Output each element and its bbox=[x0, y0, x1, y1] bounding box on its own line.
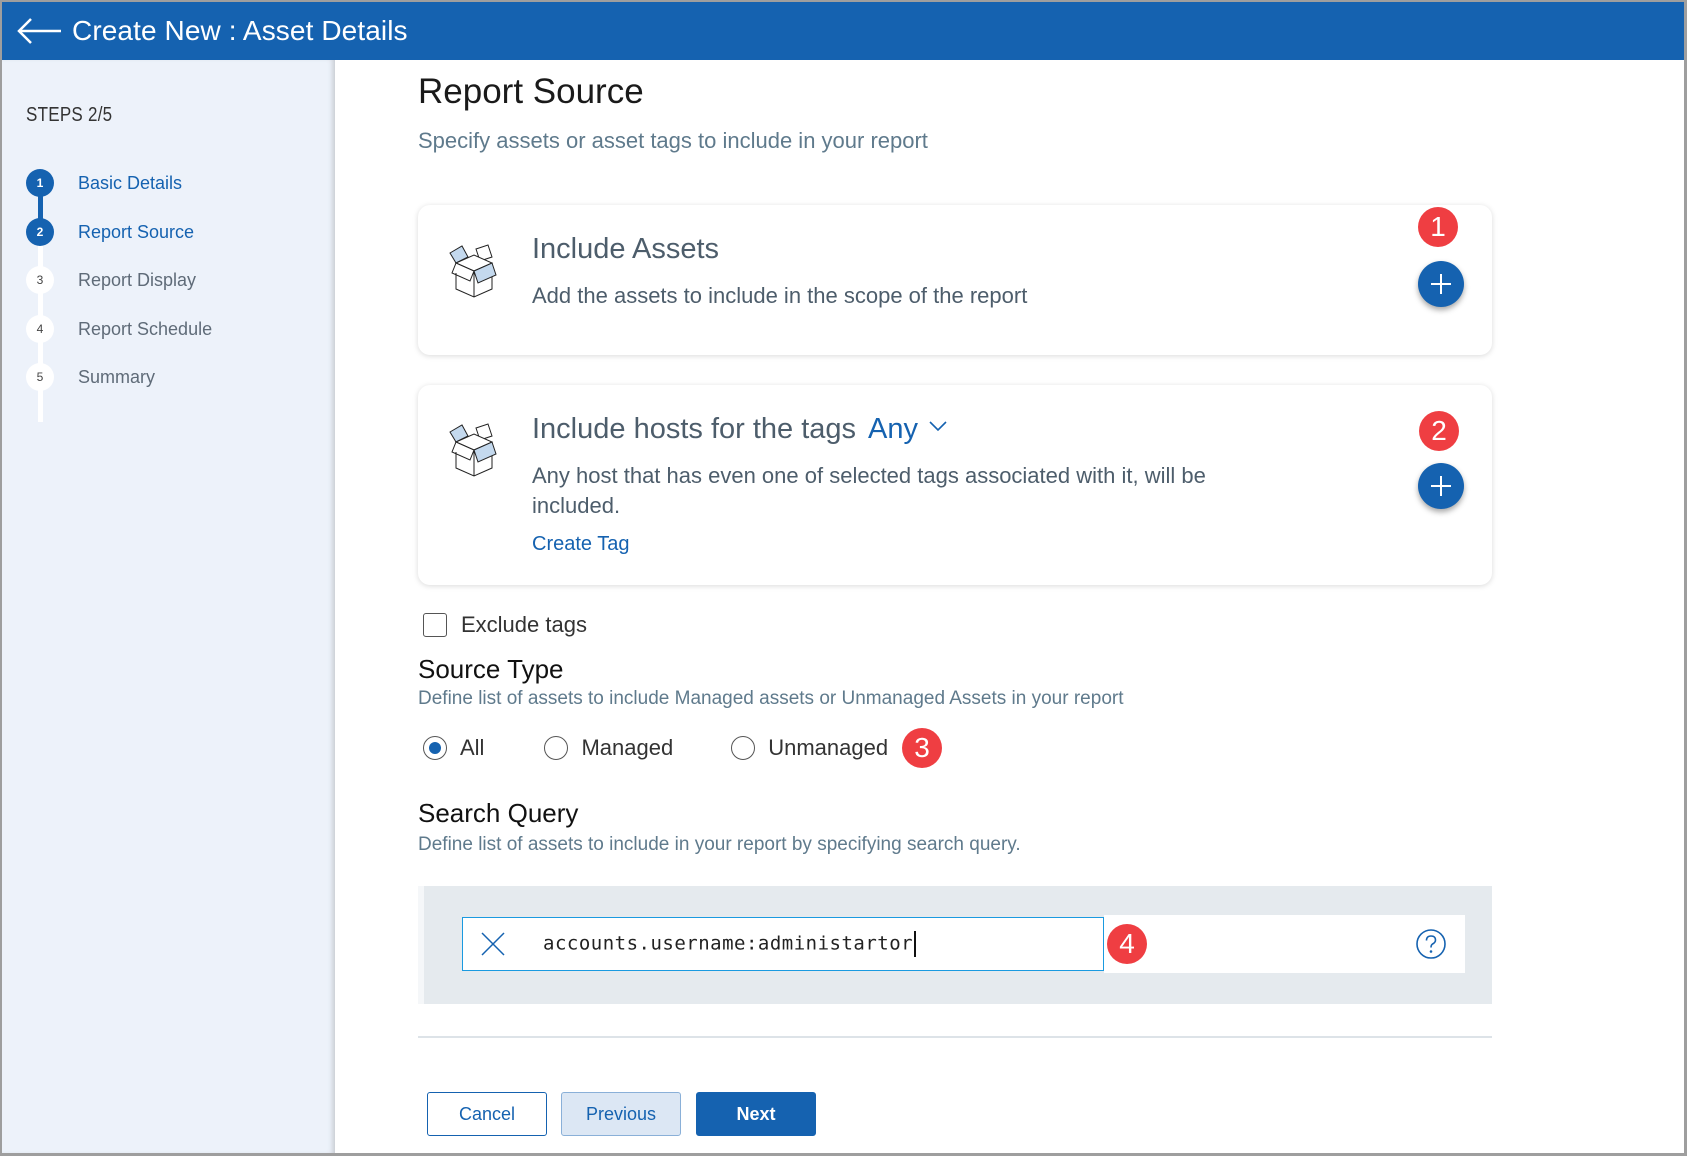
chevron-down-icon bbox=[929, 421, 947, 432]
create-tag-link[interactable]: Create Tag bbox=[532, 533, 629, 556]
include-assets-card: Include Assets Add the assets to include… bbox=[418, 205, 1492, 355]
step-number-badge: 5 bbox=[26, 363, 54, 391]
main-content: Report Source Specify assets or asset ta… bbox=[335, 60, 1684, 1153]
back-button[interactable] bbox=[10, 11, 68, 51]
radio-circle-checked bbox=[423, 736, 447, 760]
radio-all[interactable]: All bbox=[423, 735, 484, 761]
steps-sidebar: STEPS 2/5 1 Basic Details 2 Report Sourc… bbox=[2, 60, 335, 1153]
annotation-badge-4: 4 bbox=[1107, 924, 1147, 964]
app-window: Create New : Asset Details STEPS 2/5 1 B… bbox=[2, 2, 1684, 1153]
page-header-title: Create New : Asset Details bbox=[72, 15, 408, 46]
add-tags-button[interactable] bbox=[1418, 463, 1464, 509]
step-label: Summary bbox=[78, 366, 156, 387]
tag-match-dropdown[interactable]: Any bbox=[868, 413, 948, 445]
next-button[interactable]: Next bbox=[696, 1092, 816, 1136]
step-summary[interactable]: 5 Summary bbox=[26, 362, 155, 392]
include-tags-description: Any host that has even one of selected t… bbox=[532, 463, 1206, 518]
step-report-display[interactable]: 3 Report Display bbox=[26, 265, 196, 295]
search-query-container: accounts.username:administartor 4 bbox=[418, 886, 1492, 1004]
include-tags-title: Include hosts for the tags bbox=[532, 413, 857, 445]
plus-icon bbox=[1431, 476, 1451, 496]
tag-match-value: Any bbox=[868, 413, 919, 445]
radio-label: Managed bbox=[581, 735, 674, 760]
text-caret bbox=[914, 931, 916, 957]
radio-circle bbox=[544, 736, 569, 760]
step-number-badge: 2 bbox=[26, 218, 54, 246]
clear-query-button[interactable] bbox=[463, 930, 523, 958]
include-assets-title: Include Assets bbox=[532, 233, 719, 265]
search-query-title: Search Query bbox=[418, 798, 579, 828]
steps-counter: STEPS 2/5 bbox=[26, 104, 113, 126]
step-number-badge: 4 bbox=[26, 315, 54, 343]
previous-button[interactable]: Previous bbox=[561, 1092, 681, 1136]
search-query-help-area: 4 bbox=[1104, 915, 1465, 973]
step-number-badge: 3 bbox=[26, 266, 54, 294]
help-circle-icon[interactable] bbox=[1415, 928, 1447, 960]
step-number-badge: 1 bbox=[26, 169, 54, 197]
arrow-left-icon bbox=[17, 18, 61, 44]
page-title: Report Source bbox=[418, 72, 644, 111]
open-box-icon bbox=[449, 244, 497, 298]
step-label: Report Display bbox=[78, 269, 197, 290]
search-query-input[interactable]: accounts.username:administartor bbox=[462, 917, 1104, 971]
step-label: Report Schedule bbox=[78, 318, 213, 339]
search-query-value: accounts.username:administartor bbox=[543, 931, 916, 957]
source-type-radio-group: All Managed Unmanaged 3 bbox=[423, 728, 943, 768]
step-label: Report Source bbox=[78, 221, 195, 242]
radio-unmanaged[interactable]: Unmanaged bbox=[731, 735, 888, 761]
page-subtitle: Specify assets or asset tags to include … bbox=[418, 128, 928, 153]
cancel-button[interactable]: Cancel bbox=[427, 1092, 547, 1136]
search-query-description: Define list of assets to include in your… bbox=[418, 834, 1021, 855]
step-report-source[interactable]: 2 Report Source bbox=[26, 217, 194, 247]
source-type-description: Define list of assets to include Managed… bbox=[418, 688, 1124, 709]
exclude-tags-row: Exclude tags bbox=[423, 612, 587, 638]
plus-icon bbox=[1431, 274, 1451, 294]
close-icon bbox=[481, 932, 505, 956]
radio-managed[interactable]: Managed bbox=[544, 735, 673, 761]
radio-circle bbox=[731, 736, 756, 760]
radio-label: All bbox=[460, 735, 485, 760]
footer-divider bbox=[418, 1036, 1492, 1038]
open-box-icon bbox=[449, 423, 497, 477]
annotation-badge-1: 1 bbox=[1418, 207, 1458, 247]
include-assets-description: Add the assets to include in the scope o… bbox=[532, 283, 1028, 308]
step-report-schedule[interactable]: 4 Report Schedule bbox=[26, 314, 212, 344]
step-basic-details[interactable]: 1 Basic Details bbox=[26, 168, 182, 198]
top-header: Create New : Asset Details bbox=[2, 2, 1684, 60]
annotation-badge-2: 2 bbox=[1419, 411, 1459, 451]
include-tags-title-row: Include hosts for the tags Any bbox=[532, 413, 948, 446]
add-assets-button[interactable] bbox=[1418, 261, 1464, 307]
step-label: Basic Details bbox=[78, 172, 183, 193]
include-tags-card: Include hosts for the tags Any Any host t… bbox=[418, 385, 1492, 585]
source-type-title: Source Type bbox=[418, 654, 564, 684]
annotation-badge-3: 3 bbox=[902, 728, 943, 768]
exclude-tags-checkbox[interactable] bbox=[423, 613, 447, 637]
exclude-tags-label: Exclude tags bbox=[461, 612, 587, 637]
radio-label: Unmanaged bbox=[768, 735, 889, 760]
